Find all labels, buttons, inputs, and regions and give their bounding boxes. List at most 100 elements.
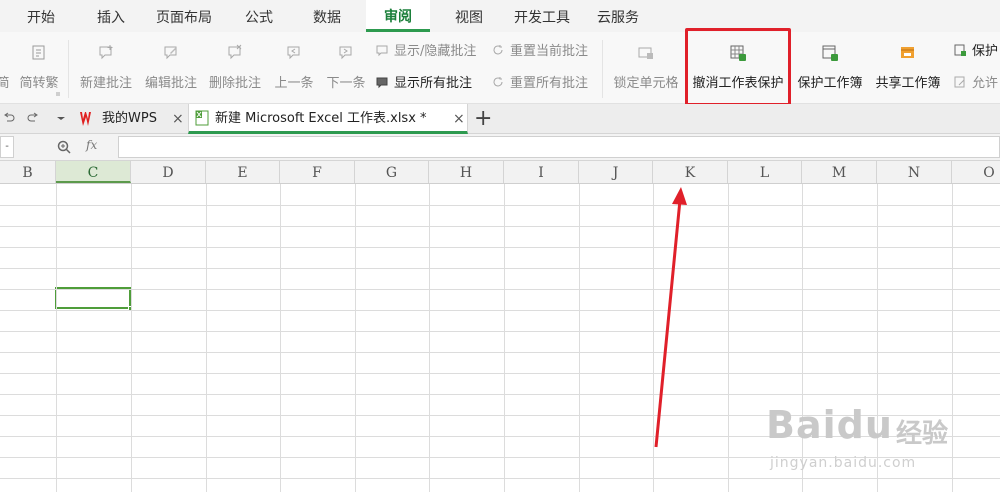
redo-icon[interactable]	[26, 111, 40, 125]
tab-document-label: 新建 Microsoft Excel 工作表.xlsx *	[215, 111, 427, 126]
column-header-i[interactable]: I	[504, 161, 579, 183]
menu-tab-page-layout[interactable]: 页面布局	[152, 0, 216, 32]
row-gridline	[0, 226, 1000, 227]
allow-partial-button[interactable]: 允许	[954, 72, 998, 92]
selected-cell[interactable]	[55, 287, 131, 309]
column-gridline	[653, 184, 654, 492]
reset-all-icon	[493, 77, 503, 87]
lock-cell-icon	[638, 47, 653, 59]
function-icon[interactable]: fx	[86, 138, 97, 152]
menu-tab-review[interactable]: 审阅	[366, 0, 430, 32]
close-icon[interactable]: ×	[172, 104, 184, 134]
reset-current-comment-button[interactable]: 重置当前批注	[492, 40, 588, 60]
column-gridline	[579, 184, 580, 492]
delete-comment-label: 删除批注	[208, 76, 261, 91]
protect-partial-icon	[954, 44, 966, 56]
separator	[68, 40, 69, 98]
row-gridline	[0, 268, 1000, 269]
row-gridline	[0, 478, 1000, 479]
edit-comment-icon	[164, 46, 177, 60]
zoom-icon[interactable]	[56, 139, 72, 155]
reset-all-comments-button[interactable]: 重置所有批注	[492, 72, 588, 92]
chevron-down-icon[interactable]	[54, 111, 68, 125]
menu-tab-developer[interactable]: 开发工具	[508, 0, 576, 32]
protect-partial-label: 保护	[972, 44, 999, 59]
menu-bar: 开始 插入 页面布局 公式 数据 审阅 视图 开发工具 云服务	[0, 0, 1000, 32]
column-header-c[interactable]: C	[56, 161, 131, 183]
menu-tab-cloud[interactable]: 云服务	[592, 0, 644, 32]
convert-icon	[32, 45, 45, 60]
menu-tab-home[interactable]: 开始	[16, 0, 66, 32]
menu-tab-data[interactable]: 数据	[304, 0, 350, 32]
undo-icon[interactable]	[2, 111, 16, 125]
ribbon: 简 简转繁 新建批注 编辑批注 删除批注 上一条 下一条 显示/隐藏批注 显示所…	[0, 32, 1000, 104]
column-header-n[interactable]: N	[877, 161, 952, 183]
jian-label: 简	[0, 76, 10, 91]
dialog-launcher-icon[interactable]	[56, 92, 60, 96]
close-icon[interactable]: ×	[453, 104, 465, 134]
column-header-g[interactable]: G	[355, 161, 429, 183]
edit-comment-button[interactable]: 编辑批注	[141, 32, 201, 104]
column-gridline	[952, 184, 953, 492]
tab-my-wps[interactable]: 我的WPS ×	[80, 104, 184, 134]
show-hide-comment-icon	[376, 45, 388, 57]
delete-comment-icon	[228, 44, 242, 60]
column-header-m[interactable]: M	[802, 161, 877, 183]
simplified-to-traditional-label: 简转繁	[19, 76, 59, 91]
column-gridline	[728, 184, 729, 492]
name-box[interactable]: -	[0, 136, 14, 158]
column-header-b[interactable]: B	[0, 161, 56, 183]
edit-comment-label: 编辑批注	[144, 76, 197, 91]
column-header-j[interactable]: J	[579, 161, 653, 183]
lock-cell-button[interactable]: 锁定单元格	[610, 32, 682, 104]
show-all-comments-label: 显示所有批注	[394, 76, 473, 91]
new-comment-button[interactable]: 新建批注	[76, 32, 136, 104]
column-gridline	[56, 184, 57, 492]
menu-tab-view[interactable]: 视图	[446, 0, 492, 32]
wps-logo-icon	[80, 112, 91, 126]
protect-workbook-icon	[822, 45, 838, 61]
tab-document[interactable]: 新建 Microsoft Excel 工作表.xlsx * ×	[188, 104, 468, 134]
protect-workbook-label: 保护工作簿	[797, 76, 863, 91]
new-comment-label: 新建批注	[79, 76, 132, 91]
protect-workbook-button[interactable]: 保护工作簿	[794, 32, 866, 104]
highlight-box	[685, 28, 791, 106]
delete-comment-button[interactable]: 删除批注	[205, 32, 265, 104]
column-header-k[interactable]: K	[653, 161, 728, 183]
show-all-comments-icon	[376, 77, 388, 89]
share-workbook-button[interactable]: 共享工作簿	[872, 32, 944, 104]
show-hide-comment-button[interactable]: 显示/隐藏批注	[376, 40, 476, 60]
column-header-d[interactable]: D	[131, 161, 206, 183]
column-header-h[interactable]: H	[429, 161, 504, 183]
protect-partial-button[interactable]: 保护	[954, 40, 998, 60]
row-gridline	[0, 205, 1000, 206]
menu-tab-insert[interactable]: 插入	[86, 0, 136, 32]
column-header-f[interactable]: F	[280, 161, 355, 183]
watermark-url: jingyan.baidu.com	[770, 455, 917, 471]
formula-input[interactable]	[118, 136, 1000, 158]
reset-all-label: 重置所有批注	[510, 76, 589, 91]
column-header-bar: B C D E F G H I J K L M N O	[0, 161, 1000, 184]
next-comment-icon	[339, 46, 352, 60]
tab-my-wps-label: 我的WPS	[102, 111, 157, 126]
column-header-o[interactable]: O	[952, 161, 1000, 183]
menu-tab-formula[interactable]: 公式	[236, 0, 282, 32]
column-header-l[interactable]: L	[728, 161, 802, 183]
reset-current-label: 重置当前批注	[510, 44, 589, 59]
column-header-e[interactable]: E	[206, 161, 280, 183]
row-gridline	[0, 373, 1000, 374]
new-comment-icon	[99, 45, 113, 60]
column-gridline	[429, 184, 430, 492]
column-gridline	[355, 184, 356, 492]
share-workbook-icon	[901, 47, 914, 58]
row-gridline	[0, 310, 1000, 311]
row-gridline	[0, 289, 1000, 290]
add-tab-button[interactable]: +	[474, 104, 492, 134]
previous-comment-button[interactable]: 上一条	[270, 32, 318, 104]
jian-button[interactable]: 简	[0, 32, 10, 104]
next-comment-button[interactable]: 下一条	[322, 32, 370, 104]
row-gridline	[0, 331, 1000, 332]
show-all-comments-button[interactable]: 显示所有批注	[376, 72, 472, 92]
previous-comment-label: 上一条	[274, 76, 314, 91]
row-gridline	[0, 352, 1000, 353]
